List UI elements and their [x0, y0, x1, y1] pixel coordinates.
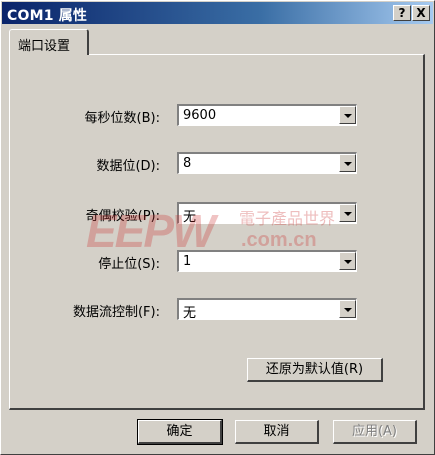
- bits-per-second-select[interactable]: 9600: [177, 104, 357, 126]
- tab-port-settings-label: 端口设置: [18, 39, 71, 54]
- tab-port-settings[interactable]: 端口设置: [9, 29, 89, 55]
- port-settings-panel: 每秒位数(B): 9600 数据位(D): 8 奇偶校验(P): 无 停止位(S…: [9, 54, 425, 410]
- ok-button-label: 确定: [166, 424, 193, 439]
- ok-button[interactable]: 确定: [137, 419, 223, 445]
- data-bits-select[interactable]: 8: [177, 152, 357, 174]
- bits-per-second-value: 9600: [183, 108, 217, 123]
- flow-control-value: 无: [183, 306, 197, 321]
- parity-dropdown-button[interactable]: [339, 204, 356, 222]
- restore-defaults-label: 还原为默认值(R): [265, 362, 364, 377]
- eepw-watermark-tagline: 電子產品世界: [239, 211, 336, 228]
- help-icon: ?: [398, 6, 406, 20]
- cancel-button[interactable]: 取消: [235, 420, 319, 444]
- window-title: COM1 属性: [7, 8, 88, 24]
- chevron-down-icon: [344, 114, 352, 118]
- bits-per-second-label: 每秒位数(B):: [84, 111, 160, 126]
- close-icon: X: [416, 6, 426, 20]
- com1-properties-dialog: COM1 属性 ? X 端口设置 每秒位数(B): 9600 数据位(D): 8…: [0, 0, 435, 455]
- data-bits-value: 8: [183, 156, 192, 171]
- flow-control-dropdown-button[interactable]: [339, 300, 356, 318]
- cancel-button-label: 取消: [263, 424, 290, 439]
- eepw-watermark-domain: .com.cn: [241, 229, 317, 251]
- restore-defaults-button[interactable]: 还原为默认值(R): [247, 358, 383, 382]
- chevron-down-icon: [344, 260, 352, 264]
- eepw-watermark-logo: EEPW: [86, 205, 215, 257]
- chevron-down-icon: [344, 212, 352, 216]
- close-button[interactable]: X: [412, 5, 430, 21]
- flow-control-label: 数据流控制(F):: [72, 305, 160, 320]
- help-button[interactable]: ?: [393, 5, 411, 21]
- title-bar[interactable]: COM1 属性 ? X: [2, 2, 433, 24]
- data-bits-dropdown-button[interactable]: [339, 154, 356, 172]
- chevron-down-icon: [344, 308, 352, 312]
- data-bits-label: 数据位(D):: [96, 159, 160, 174]
- chevron-down-icon: [344, 162, 352, 166]
- flow-control-select[interactable]: 无: [177, 298, 357, 321]
- stop-bits-dropdown-button[interactable]: [339, 252, 356, 270]
- apply-button-label: 应用(A): [351, 424, 398, 439]
- apply-button[interactable]: 应用(A): [333, 420, 417, 444]
- bits-per-second-dropdown-button[interactable]: [339, 106, 356, 124]
